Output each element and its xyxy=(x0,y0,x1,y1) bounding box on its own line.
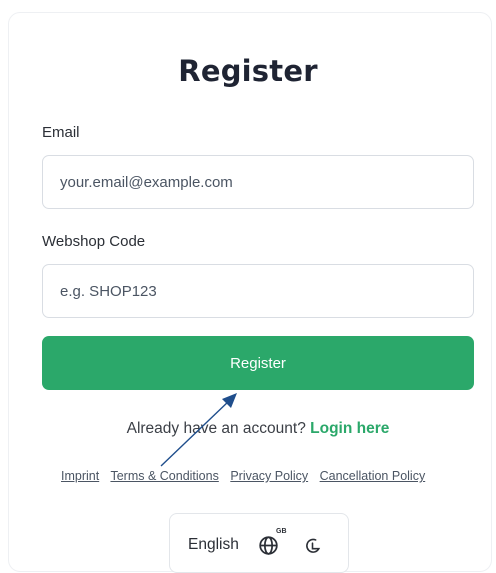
webshop-code-label: Webshop Code xyxy=(42,233,146,250)
page-title: Register xyxy=(178,54,318,88)
email-input[interactable] xyxy=(42,155,474,209)
terms-link[interactable]: Terms & Conditions xyxy=(110,469,218,483)
webshop-code-input[interactable] xyxy=(42,264,474,318)
language-switcher: English GB xyxy=(169,513,349,573)
email-label: Email xyxy=(42,124,80,141)
footer-links: Imprint Terms & Conditions Privacy Polic… xyxy=(61,469,425,483)
login-link[interactable]: Login here xyxy=(310,420,389,437)
flag-code: GB xyxy=(276,528,287,535)
imprint-link[interactable]: Imprint xyxy=(61,469,99,483)
login-prompt: Already have an account? Login here xyxy=(0,420,496,438)
register-button[interactable]: Register xyxy=(42,336,474,390)
globe-icon[interactable] xyxy=(258,535,279,556)
privacy-policy-link[interactable]: Privacy Policy xyxy=(230,469,308,483)
moon-icon[interactable] xyxy=(303,536,322,555)
cancellation-policy-link[interactable]: Cancellation Policy xyxy=(320,469,426,483)
language-label[interactable]: English xyxy=(188,536,239,554)
login-prompt-text: Already have an account? xyxy=(126,420,306,437)
